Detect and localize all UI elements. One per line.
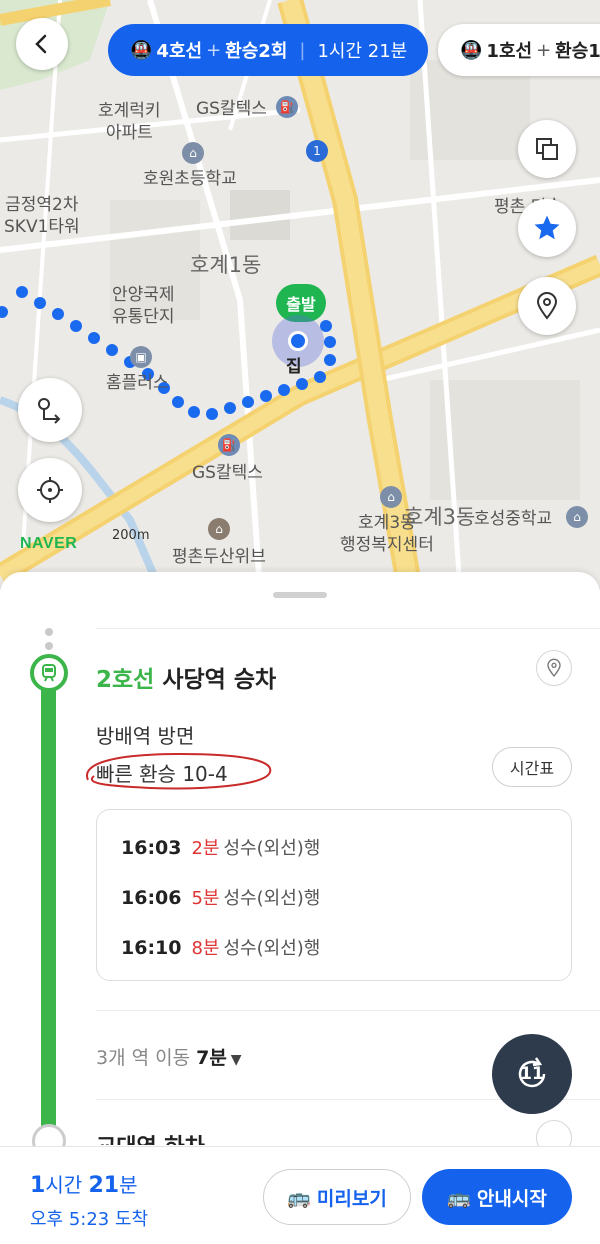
map-label-geumjeong: 금정역2차 SKV1타워: [4, 195, 80, 237]
route-1-transfer: 환승2회: [225, 41, 288, 62]
route-1-time: 1시간 21분: [317, 41, 408, 62]
school-icon-2: ⌂: [566, 506, 588, 528]
locate-button[interactable]: [18, 458, 82, 522]
arrival-times-card: 16:03 2분 성수(외선)행 16:06 5분 성수(외선)행 16:10 8분 성수(…: [96, 809, 572, 981]
current-location-dot: [288, 331, 308, 351]
back-arrow-icon: [35, 34, 47, 54]
layers-icon: [536, 138, 558, 160]
route-2-transfer: 환승1회: [555, 41, 600, 62]
route-option-1[interactable]: 🚇 4호선 + 환승2회 | 1시간 21분: [108, 24, 428, 76]
sheet-drag-handle[interactable]: [273, 592, 327, 598]
bus-icon: 🚌: [287, 1186, 311, 1209]
line-2-timeline: [41, 657, 56, 1137]
start-navigation-button[interactable]: 🚌 안내시작: [422, 1169, 572, 1225]
map-label-howon-school: 호원초등학교: [143, 169, 237, 189]
apartment-icon: ⌂: [208, 518, 230, 540]
school-icon: ⌂: [182, 142, 204, 164]
move-time: 7분: [196, 1047, 227, 1069]
divider: [96, 628, 600, 629]
subway-line-icon: [30, 654, 68, 692]
map-label-gs-caltex-2: GS칼텍스: [192, 463, 263, 483]
arrival-row: 16:06 5분 성수(외선)행: [121, 887, 321, 909]
back-button[interactable]: [16, 18, 68, 70]
favorite-button[interactable]: [518, 199, 576, 257]
subway-icon-2: 🚇: [460, 39, 483, 61]
map-label-pyeongchon: 평촌두산위브: [172, 547, 266, 567]
direction-text: 방배역 방면: [96, 724, 195, 748]
bus-stop-badge: 1: [306, 140, 328, 162]
bus-icon: 🚌: [447, 1186, 471, 1209]
preview-button[interactable]: 🚌 미리보기: [263, 1169, 411, 1225]
route-view-button[interactable]: [18, 378, 82, 442]
map-label-anyang-mall: 안양국제 유통단지: [112, 285, 175, 327]
alight-station-title: 교대역 하차: [96, 1129, 205, 1145]
map-scale: 200m: [112, 528, 150, 543]
chevron-down-icon: ▼: [230, 1052, 242, 1068]
board-station-title: 2호선 사당역 승차: [96, 660, 276, 694]
stations-move-toggle[interactable]: 3개 역 이동 7분 ▼: [96, 1043, 242, 1070]
route-1-line: 4호선: [156, 41, 203, 62]
office-icon: ⌂: [380, 486, 402, 508]
map-label-gs-caltex: GS칼텍스: [196, 99, 267, 119]
route-1-plus: +: [206, 39, 222, 61]
timeline-dot: [45, 628, 53, 636]
route-option-2[interactable]: 🚇 1호선 + 환승1회: [438, 24, 600, 76]
star-icon: [534, 215, 560, 240]
map-view[interactable]: 호계럭키 아파트 GS칼텍스 호원초등학교 ⌂ ⛽ 1 금정역2차 SKV1타워…: [0, 0, 600, 590]
gas-station-icon: ⛽: [276, 96, 298, 118]
move-count: 3개 역 이동: [96, 1047, 191, 1069]
timer-label: 11: [520, 1064, 544, 1084]
timetable-button[interactable]: 시간표: [492, 747, 572, 787]
route-icon: [38, 398, 61, 424]
preview-label: 미리보기: [316, 1187, 387, 1210]
arrival-time: 오후 5:23 도착: [30, 1209, 149, 1230]
subway-icon: 🚇: [130, 39, 153, 61]
naver-logo: NAVER: [20, 535, 78, 552]
timeline-dot: [45, 642, 53, 650]
map-label-hoseong-school: 호성중학교: [474, 509, 553, 529]
pin-button[interactable]: [518, 277, 576, 335]
station-name: 사당역 승차: [162, 667, 277, 693]
separator: |: [299, 39, 306, 61]
map-label-home: 집: [286, 357, 302, 377]
station-pin-button[interactable]: [536, 650, 572, 686]
line-name: 2호선: [96, 667, 155, 693]
screen: 호계럭키 아파트 GS칼텍스 호원초등학교 ⌂ ⛽ 1 금정역2차 SKV1타워…: [0, 0, 600, 1244]
arrival-row: 16:03 2분 성수(외선)행: [121, 837, 321, 859]
locate-icon: [37, 477, 63, 503]
gas-station-icon-2: ⛽: [218, 434, 240, 456]
layers-button[interactable]: [518, 120, 576, 178]
pin-icon: [547, 658, 561, 678]
map-label-hogye3dong: 호계3동: [404, 505, 476, 529]
route-2-line: 1호선: [486, 41, 533, 62]
map-label-homeplus: 홈플러스: [106, 373, 169, 393]
divider: [96, 1010, 600, 1011]
pin-icon: [536, 292, 558, 320]
arrival-row: 16:10 8분 성수(외선)행: [121, 937, 321, 959]
red-circle-annotation: [86, 752, 272, 790]
start-label: 안내시작: [476, 1187, 547, 1210]
route-2-plus: +: [536, 39, 552, 61]
refresh-timer-button[interactable]: 11: [492, 1034, 572, 1114]
shop-icon: ▣: [130, 346, 152, 368]
bottom-action-bar: 1시간 21분 오후 5:23 도착 🚌 미리보기 🚌 안내시작: [0, 1146, 600, 1244]
map-label-hogye-lucky: 호계럭키 아파트: [98, 101, 161, 143]
map-label-hogye1dong: 호계1동: [190, 253, 262, 277]
route-detail-sheet[interactable]: 2호선 사당역 승차 방배역 방면 빠른 환승 10-4 시간표 16:03 2분…: [0, 572, 600, 1244]
total-duration: 1시간 21분: [30, 1173, 138, 1198]
